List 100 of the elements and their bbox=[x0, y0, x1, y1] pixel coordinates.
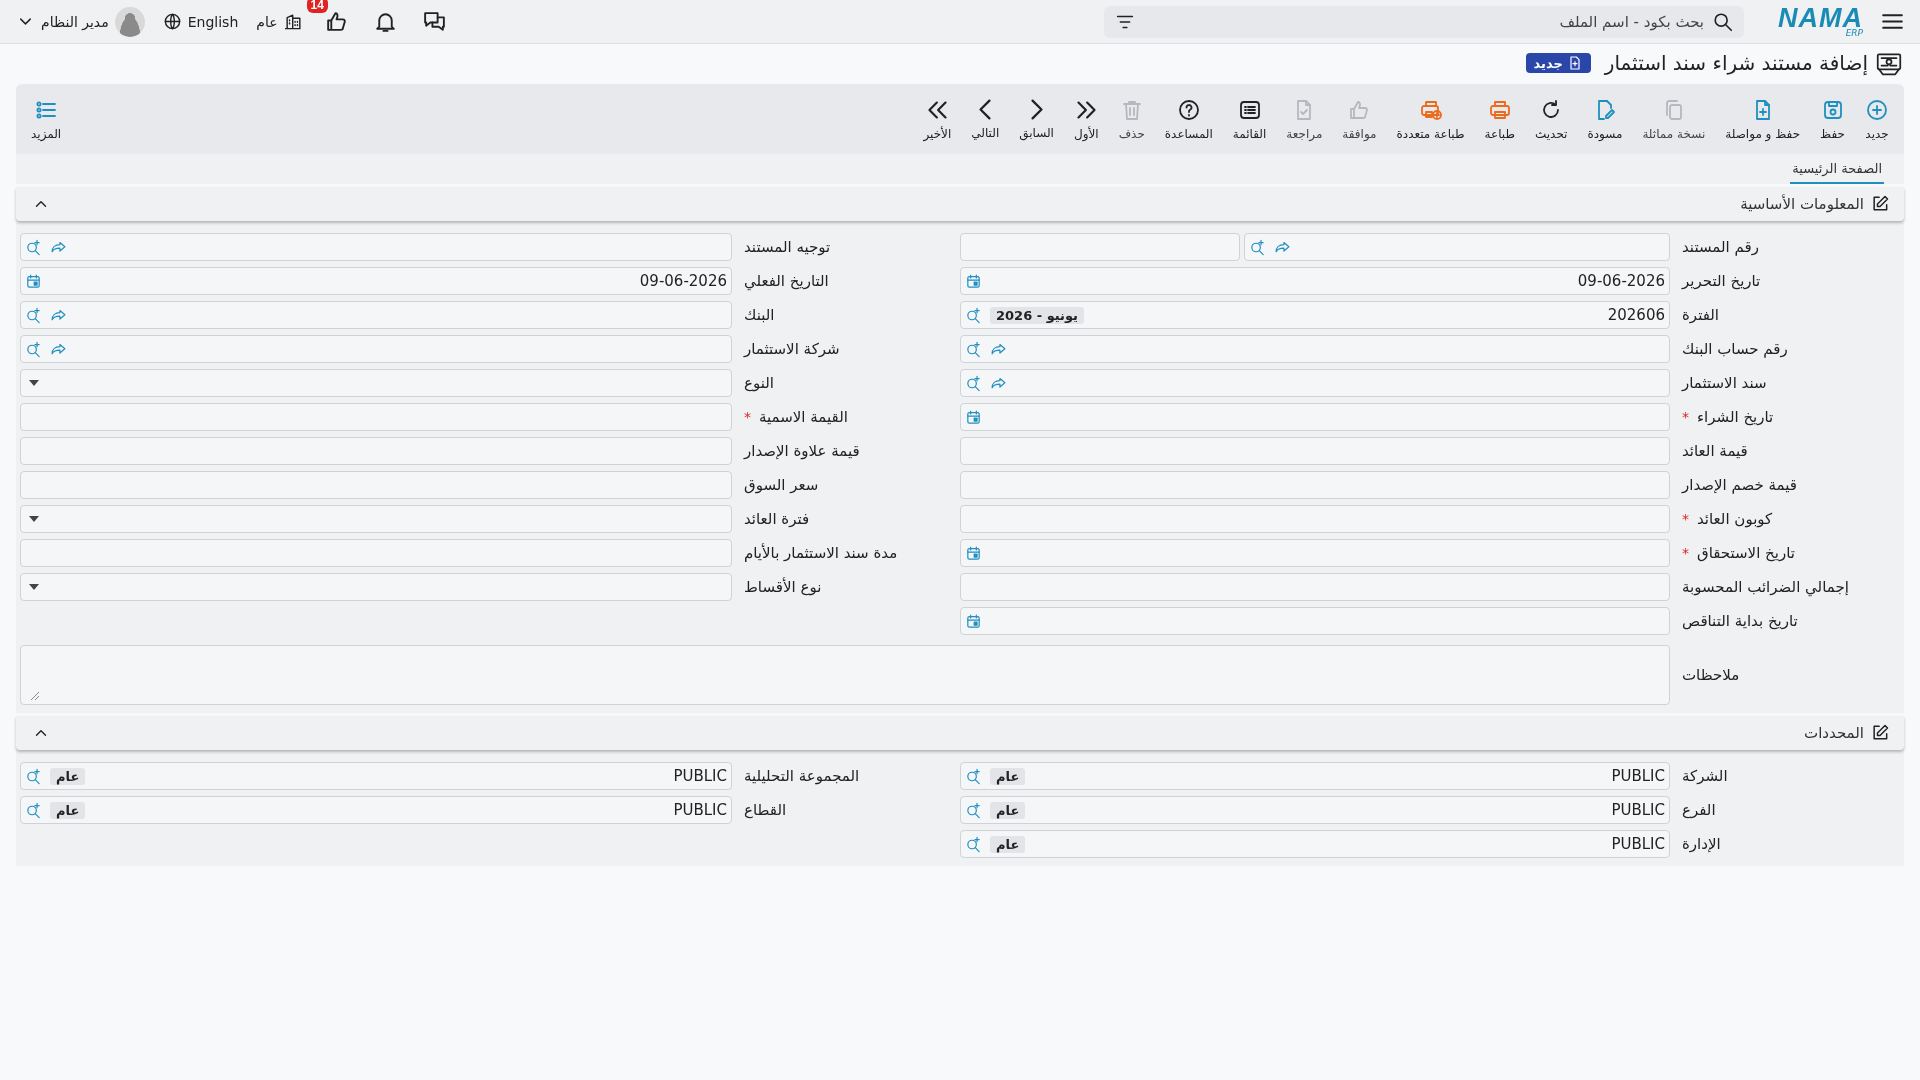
company-selector[interactable]: عام bbox=[256, 12, 303, 31]
search-plus-icon bbox=[965, 767, 982, 785]
required-mark: * bbox=[1682, 511, 1689, 527]
toolbar-button[interactable]: طباعة bbox=[1477, 93, 1522, 145]
toolbar-button[interactable]: القائمة bbox=[1225, 93, 1274, 145]
calendar-icon bbox=[965, 612, 982, 630]
plus-circle-icon bbox=[1865, 97, 1889, 122]
input-field[interactable] bbox=[960, 335, 1670, 363]
tab[interactable]: الصفحة الرئيسية bbox=[1790, 157, 1884, 184]
input-field[interactable] bbox=[960, 607, 1670, 635]
double-chevron-icon bbox=[1075, 99, 1097, 120]
language-selector[interactable]: English bbox=[162, 12, 239, 31]
search-field[interactable]: بحث بكود - اسم الملف bbox=[1104, 5, 1744, 38]
chevron-icon bbox=[978, 98, 993, 121]
input-field[interactable]: 09-06-2026 bbox=[20, 267, 732, 295]
toolbar-button[interactable]: الأخير bbox=[916, 93, 959, 145]
input-field[interactable] bbox=[960, 573, 1670, 601]
toolbar-button[interactable]: التالي bbox=[964, 94, 1007, 144]
required-mark: * bbox=[1682, 409, 1689, 425]
toolbar-button[interactable]: الأول bbox=[1066, 93, 1106, 145]
input-field[interactable] bbox=[20, 505, 732, 533]
field-label: التاريخ الفعلي bbox=[743, 272, 830, 290]
toolbar-button[interactable]: طباعة متعددة bbox=[1389, 93, 1472, 145]
dropdown-caret-icon bbox=[29, 516, 39, 522]
input-field[interactable] bbox=[960, 369, 1670, 397]
search-plus-icon bbox=[25, 801, 42, 819]
field-label: القطاع bbox=[743, 801, 788, 819]
input-field[interactable] bbox=[960, 233, 1240, 261]
logo: NAMA ERP bbox=[1778, 5, 1863, 38]
value-chip: عام bbox=[990, 835, 1026, 853]
input-field[interactable] bbox=[960, 437, 1670, 465]
search-plus-icon bbox=[25, 340, 42, 358]
input-field[interactable] bbox=[1244, 233, 1670, 261]
value-chip: عام bbox=[990, 767, 1026, 785]
toolbar-button[interactable]: جديد bbox=[1858, 93, 1896, 145]
field-label: المجموعة التحليلية bbox=[743, 767, 861, 785]
search-plus-icon bbox=[965, 340, 982, 358]
search-plus-icon bbox=[965, 306, 982, 324]
field-label: فترة العائد bbox=[743, 510, 811, 528]
input-field[interactable] bbox=[960, 505, 1670, 533]
section-title: المحددات bbox=[1804, 724, 1864, 742]
calendar-icon bbox=[965, 272, 982, 290]
calendar-icon bbox=[25, 272, 42, 290]
input-field[interactable] bbox=[20, 573, 732, 601]
input-field[interactable] bbox=[20, 471, 732, 499]
user-menu[interactable]: مدير النظام bbox=[16, 6, 145, 37]
input-field[interactable] bbox=[20, 301, 732, 329]
field-label: شركة الاستثمار bbox=[742, 340, 841, 358]
field-label: نوع الأقساط bbox=[743, 578, 823, 596]
field-label: تاريخ الشراء * bbox=[1681, 408, 1775, 426]
avatar bbox=[114, 6, 145, 37]
chat-icon bbox=[421, 9, 447, 34]
count-badge: 14 bbox=[306, 0, 328, 13]
input-field[interactable] bbox=[20, 335, 732, 363]
field-label: الفترة bbox=[1681, 306, 1720, 324]
toolbar-button[interactable]: المساعدة bbox=[1157, 93, 1220, 145]
search-plus-icon bbox=[965, 801, 982, 819]
field-label: إجمالي الضرائب المحسوبة bbox=[1681, 578, 1850, 596]
input-field[interactable] bbox=[960, 403, 1670, 431]
input-field[interactable] bbox=[20, 403, 732, 431]
search-plus-icon bbox=[965, 374, 982, 392]
field-label: البنك bbox=[743, 306, 776, 324]
input-field[interactable]: 09-06-2026 bbox=[960, 267, 1670, 295]
input-field[interactable] bbox=[20, 437, 732, 465]
status-badge: جديد bbox=[1525, 53, 1591, 73]
dropdown-caret-icon bbox=[29, 584, 39, 590]
field-label: تاريخ بداية التناقص bbox=[1681, 612, 1799, 630]
field-label: القيمة الاسمية * bbox=[743, 408, 849, 426]
notes-field[interactable] bbox=[20, 645, 1670, 705]
calendar-icon bbox=[965, 408, 982, 426]
toolbar-button[interactable]: السابق bbox=[1012, 94, 1061, 144]
toolbar-button[interactable]: حفظ و مواصلة bbox=[1718, 93, 1808, 145]
field-label: توجيه المستند bbox=[743, 238, 832, 256]
required-mark: * bbox=[1682, 545, 1689, 561]
search-plus-icon bbox=[25, 306, 42, 324]
toolbar-button[interactable]: حفظ bbox=[1813, 93, 1852, 145]
input-field[interactable] bbox=[960, 539, 1670, 567]
required-mark: * bbox=[744, 409, 751, 425]
input-field[interactable] bbox=[20, 369, 732, 397]
field-label: الفرع bbox=[1681, 801, 1717, 819]
field-label: قيمة خصم الإصدار bbox=[1680, 476, 1798, 494]
field-label: مدة سند الاستثمار بالأيام bbox=[743, 544, 899, 562]
input-field[interactable] bbox=[20, 233, 732, 261]
field-label: ملاحظات bbox=[1681, 666, 1741, 684]
field-label: الإدارة bbox=[1681, 835, 1722, 853]
field-label: تاريخ الاستحقاق * bbox=[1681, 544, 1796, 562]
page-title: إضافة مستند شراء سند استثمار bbox=[1604, 51, 1868, 75]
dropdown-caret-icon bbox=[29, 380, 39, 386]
toolbar-button[interactable]: مسودة bbox=[1580, 93, 1630, 145]
field-label: سند الاستثمار bbox=[1680, 374, 1768, 392]
section-title: المعلومات الأساسية bbox=[1740, 195, 1864, 213]
resize-handle[interactable] bbox=[31, 692, 39, 700]
more-button[interactable]: المزيد bbox=[24, 93, 69, 145]
edit-icon bbox=[1870, 723, 1890, 743]
field-label: تاريخ التحرير bbox=[1680, 272, 1762, 290]
input-field[interactable] bbox=[20, 539, 732, 567]
input-field[interactable] bbox=[960, 471, 1670, 499]
toolbar-button[interactable]: تحديث bbox=[1527, 93, 1575, 145]
help-icon bbox=[1176, 97, 1201, 122]
value-chip: يونيو - 2026 bbox=[990, 306, 1084, 324]
